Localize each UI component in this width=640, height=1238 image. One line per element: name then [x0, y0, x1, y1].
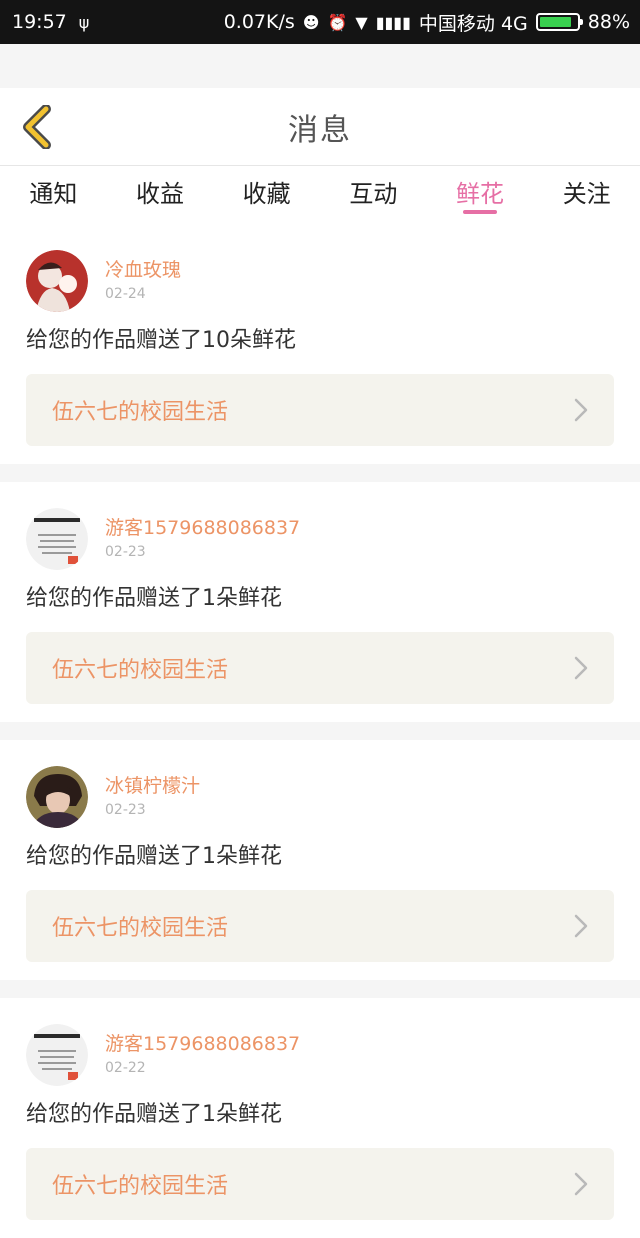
- message-text: 给您的作品赠送了1朵鲜花: [26, 1102, 282, 1127]
- user-name[interactable]: 冷血玫瑰: [105, 258, 181, 282]
- chevron-right-icon: [574, 398, 588, 422]
- battery-percent: 88%: [587, 11, 630, 33]
- usb-icon: ψ: [78, 12, 90, 32]
- top-spacer: [0, 44, 640, 88]
- alarm-icon: ⏰: [327, 12, 348, 32]
- message-header: 冰镇柠檬汁 02-23: [26, 766, 614, 828]
- title-bar: 消息: [0, 88, 640, 166]
- tab-favorites[interactable]: 收藏: [213, 166, 320, 209]
- user-name[interactable]: 游客1579688086837: [105, 1032, 300, 1056]
- message-card: 游客1579688086837 02-23 给您的作品赠送了1朵鲜花伍六七的校园生活: [0, 482, 640, 722]
- message-card: 游客1579688086837 02-22 给您的作品赠送了1朵鲜花伍六七的校园生活: [0, 998, 640, 1238]
- message-header: 游客1579688086837 02-23: [26, 508, 614, 570]
- user-name[interactable]: 游客1579688086837: [105, 516, 300, 540]
- avatar[interactable]: [26, 250, 88, 312]
- notification-icon: ☻: [302, 12, 320, 32]
- signal-icon: ▮▮▮▮: [375, 12, 411, 32]
- tab-bar: 通知 收益 收藏 互动 鲜花 关注: [0, 166, 640, 224]
- battery-icon: [535, 13, 583, 31]
- work-link[interactable]: 伍六七的校园生活: [26, 1148, 614, 1220]
- status-bar: 19:57 ψ 0.07K/s ☻ ⏰ ▼ ▮▮▮▮ 中国移动 4G 88%: [0, 0, 640, 44]
- carrier-label: 中国移动 4G: [418, 12, 528, 35]
- chevron-right-icon: [574, 656, 588, 680]
- message-date: 02-24: [105, 286, 146, 302]
- work-title: 伍六七的校园生活: [52, 658, 229, 683]
- status-time: 19:57: [12, 11, 67, 33]
- work-link[interactable]: 伍六七的校园生活: [26, 890, 614, 962]
- chevron-left-icon: [23, 105, 51, 149]
- avatar[interactable]: [26, 766, 88, 828]
- page-title: 消息: [288, 112, 352, 148]
- user-meta: 冷血玫瑰 02-24: [105, 258, 181, 304]
- message-text: 给您的作品赠送了1朵鲜花: [26, 844, 282, 869]
- message-card: 冰镇柠檬汁 02-23 给您的作品赠送了1朵鲜花伍六七的校园生活: [0, 740, 640, 980]
- message-list: 冷血玫瑰 02-24 给您的作品赠送了10朵鲜花 伍六七的校园生活 游客15796880…: [0, 224, 640, 1238]
- work-link[interactable]: 伍六七的校园生活: [26, 632, 614, 704]
- tab-interaction[interactable]: 互动: [320, 166, 427, 209]
- wifi-icon: ▼: [355, 12, 368, 32]
- message-header: 游客1579688086837 02-22: [26, 1024, 614, 1086]
- message-text: 给您的作品赠送了10朵鲜花: [26, 328, 296, 353]
- network-speed: 0.07K/s: [223, 11, 295, 33]
- tab-follow[interactable]: 关注: [533, 166, 640, 209]
- message-header: 冷血玫瑰 02-24: [26, 250, 614, 312]
- user-meta: 游客1579688086837 02-23: [105, 516, 300, 562]
- chevron-right-icon: [574, 914, 588, 938]
- user-meta: 冰镇柠檬汁 02-23: [105, 774, 200, 820]
- avatar[interactable]: [26, 1024, 88, 1086]
- user-meta: 游客1579688086837 02-22: [105, 1032, 300, 1078]
- tab-earnings[interactable]: 收益: [107, 166, 214, 209]
- work-title: 伍六七的校园生活: [52, 916, 229, 941]
- message-card: 冷血玫瑰 02-24 给您的作品赠送了10朵鲜花伍六七的校园生活: [0, 224, 640, 464]
- work-title: 伍六七的校园生活: [52, 1174, 229, 1199]
- message-date: 02-22: [105, 1060, 146, 1076]
- avatar[interactable]: [26, 508, 88, 570]
- message-text: 给您的作品赠送了1朵鲜花: [26, 586, 282, 611]
- message-date: 02-23: [105, 544, 146, 560]
- tab-flowers[interactable]: 鲜花: [427, 166, 534, 214]
- battery-level: [539, 17, 572, 27]
- chevron-right-icon: [574, 1172, 588, 1196]
- work-link[interactable]: 伍六七的校园生活: [26, 374, 614, 446]
- user-name[interactable]: 冰镇柠檬汁: [105, 774, 200, 798]
- back-button[interactable]: [12, 102, 62, 152]
- work-title: 伍六七的校园生活: [52, 400, 229, 425]
- tab-notice[interactable]: 通知: [0, 166, 107, 209]
- message-date: 02-23: [105, 802, 146, 818]
